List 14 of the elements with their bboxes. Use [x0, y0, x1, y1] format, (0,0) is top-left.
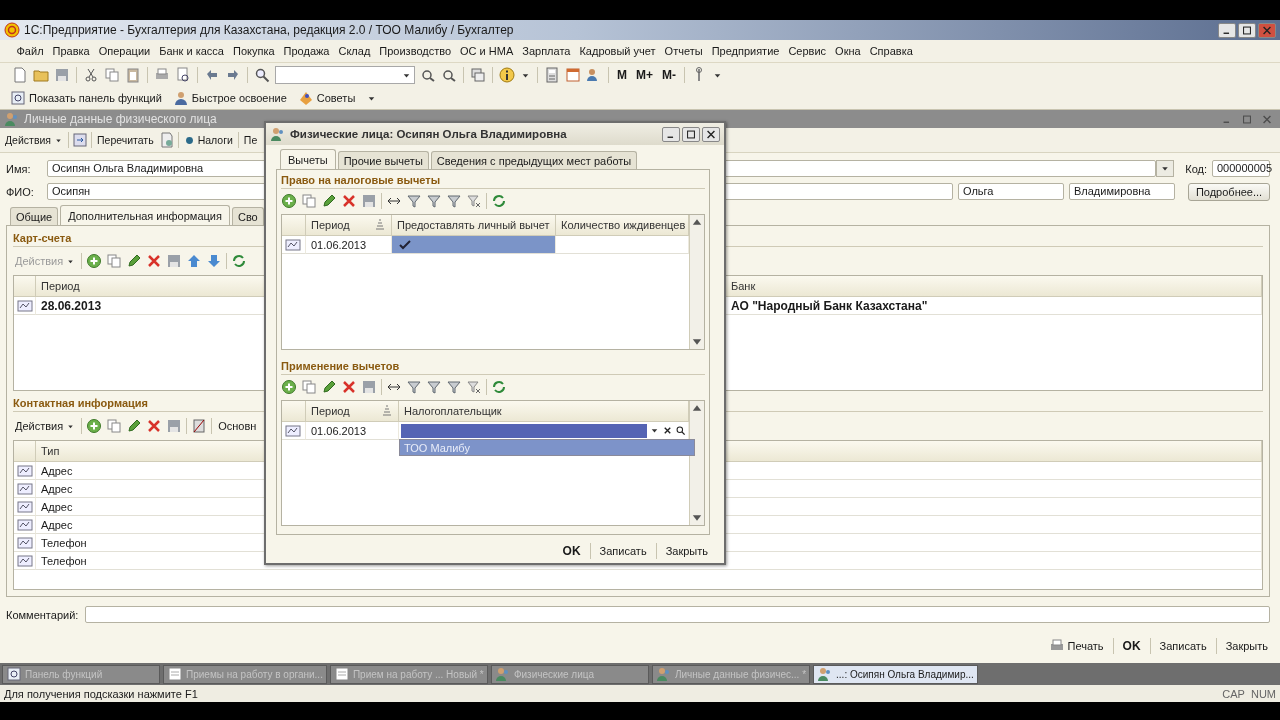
table-cell: АО "Народный Банк Казахстана"	[726, 297, 1262, 315]
window-title: Физические лица: Осипян Ольга Владимировна	[290, 128, 567, 140]
field-label: Имя:	[6, 162, 32, 175]
window-title: 1С:Предприятие - Бухгалтерия для Казахстана, редакция 2.0 / ТОО Малибу / Бухгалтер	[24, 23, 514, 37]
field-label: Код:	[1185, 162, 1207, 175]
status-text: Для получения подсказки нажмите F1	[4, 687, 198, 700]
table-cell: 01.06.2013	[306, 422, 399, 440]
key-indicator: NUM	[1250, 687, 1276, 700]
field-label: Комментарий:	[6, 608, 80, 621]
window-title: Личные данные физического лица	[24, 112, 217, 126]
key-indicator: CAP	[1222, 687, 1245, 700]
section-title: Применение вычетов	[281, 360, 705, 375]
field-label: ФИО:	[6, 185, 35, 198]
section-title: Право на налоговые вычеты	[281, 174, 705, 189]
